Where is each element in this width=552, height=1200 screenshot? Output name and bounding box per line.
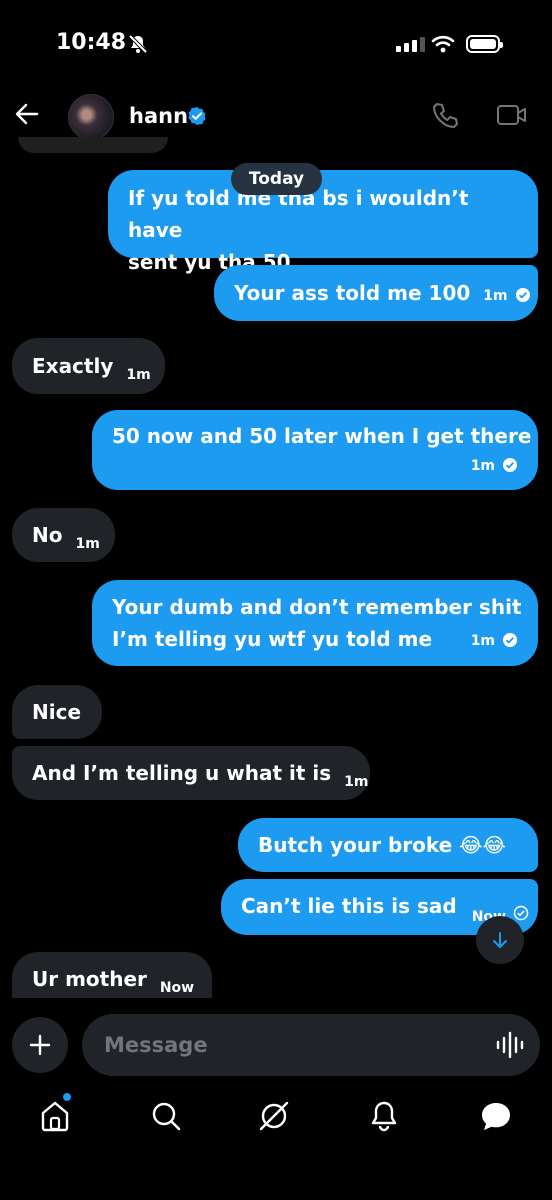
status-time: 10:48 xyxy=(56,30,127,55)
message-bubble-outgoing[interactable]: If yu told me tha bs i wouldn’t have sen… xyxy=(108,170,538,274)
cell-signal-icon xyxy=(396,37,425,52)
message-timestamp: 1m xyxy=(483,288,508,304)
messages-icon[interactable] xyxy=(479,1100,513,1132)
message-text-line: Your dumb and don’t remember shit xyxy=(112,595,522,619)
message-bubble-incoming[interactable]: And I’m telling u what it is 1m xyxy=(12,746,370,800)
read-receipt-icon xyxy=(503,457,517,472)
arrow-down-icon xyxy=(493,932,507,948)
avatar[interactable] xyxy=(68,94,114,140)
message-text: And I’m telling u what it is xyxy=(32,761,332,785)
message-timestamp: 1m xyxy=(75,536,100,552)
message-text: Exactly xyxy=(32,354,114,378)
message-text-line: I’m telling yu wtf yu told me xyxy=(112,627,433,651)
composer-divider xyxy=(0,998,552,1008)
message-text: Ur mother xyxy=(32,967,147,991)
message-text: Nice xyxy=(32,700,82,724)
silent-bell-icon xyxy=(128,34,148,54)
message-bubble-outgoing[interactable]: Your dumb and don’t remember shit I’m te… xyxy=(92,580,538,666)
back-arrow-icon[interactable] xyxy=(14,101,40,127)
contact-name[interactable]: hann xyxy=(129,104,188,128)
scroll-to-bottom-button[interactable] xyxy=(476,916,524,964)
read-receipt-icon xyxy=(515,287,530,302)
home-notification-dot xyxy=(63,1093,71,1101)
message-timestamp: 1m xyxy=(470,458,496,474)
notifications-icon[interactable] xyxy=(369,1100,399,1132)
message-timestamp: 1m xyxy=(126,367,151,383)
video-call-icon[interactable] xyxy=(496,103,528,127)
message-text-line: If yu told me tha bs i wouldn’t have xyxy=(128,186,469,242)
message-text: Can’t lie this is sad xyxy=(241,894,457,918)
wifi-icon xyxy=(431,35,455,53)
verified-badge-icon xyxy=(188,107,206,125)
message-timestamp: 1m xyxy=(470,633,496,649)
message-text: 50 now and 50 later when I get there xyxy=(112,424,532,448)
message-bubble-incoming[interactable]: Exactly 1m xyxy=(12,338,165,394)
voice-message-icon[interactable] xyxy=(494,1030,526,1060)
message-text: Butch your broke 😂😂 xyxy=(258,833,506,857)
message-timestamp: Now xyxy=(159,980,195,996)
message-bubble-incoming[interactable]: Nice xyxy=(12,685,102,739)
message-text: Your ass told me 100 xyxy=(234,281,471,305)
sent-receipt-icon xyxy=(513,905,529,921)
message-bubble-outgoing[interactable]: 50 now and 50 later when I get there 1m xyxy=(92,410,538,490)
message-timestamp: 1m xyxy=(344,774,369,790)
phone-call-icon[interactable] xyxy=(430,101,460,131)
message-bubble-outgoing[interactable]: Butch your broke 😂😂 xyxy=(238,818,538,872)
date-divider: Today xyxy=(231,163,322,195)
read-receipt-icon xyxy=(503,632,517,647)
previous-message-bubble xyxy=(18,137,168,153)
home-icon[interactable] xyxy=(40,1100,70,1132)
search-icon[interactable] xyxy=(150,1100,182,1132)
battery-icon xyxy=(466,35,503,53)
message-text: No xyxy=(32,523,63,547)
plus-icon xyxy=(29,1034,51,1056)
grok-icon[interactable] xyxy=(258,1100,290,1132)
add-attachment-button[interactable] xyxy=(12,1017,68,1073)
message-bubble-outgoing[interactable]: Your ass told me 100 1m xyxy=(214,265,538,321)
message-bubble-incoming[interactable]: No 1m xyxy=(12,508,115,562)
message-input[interactable] xyxy=(82,1014,540,1076)
